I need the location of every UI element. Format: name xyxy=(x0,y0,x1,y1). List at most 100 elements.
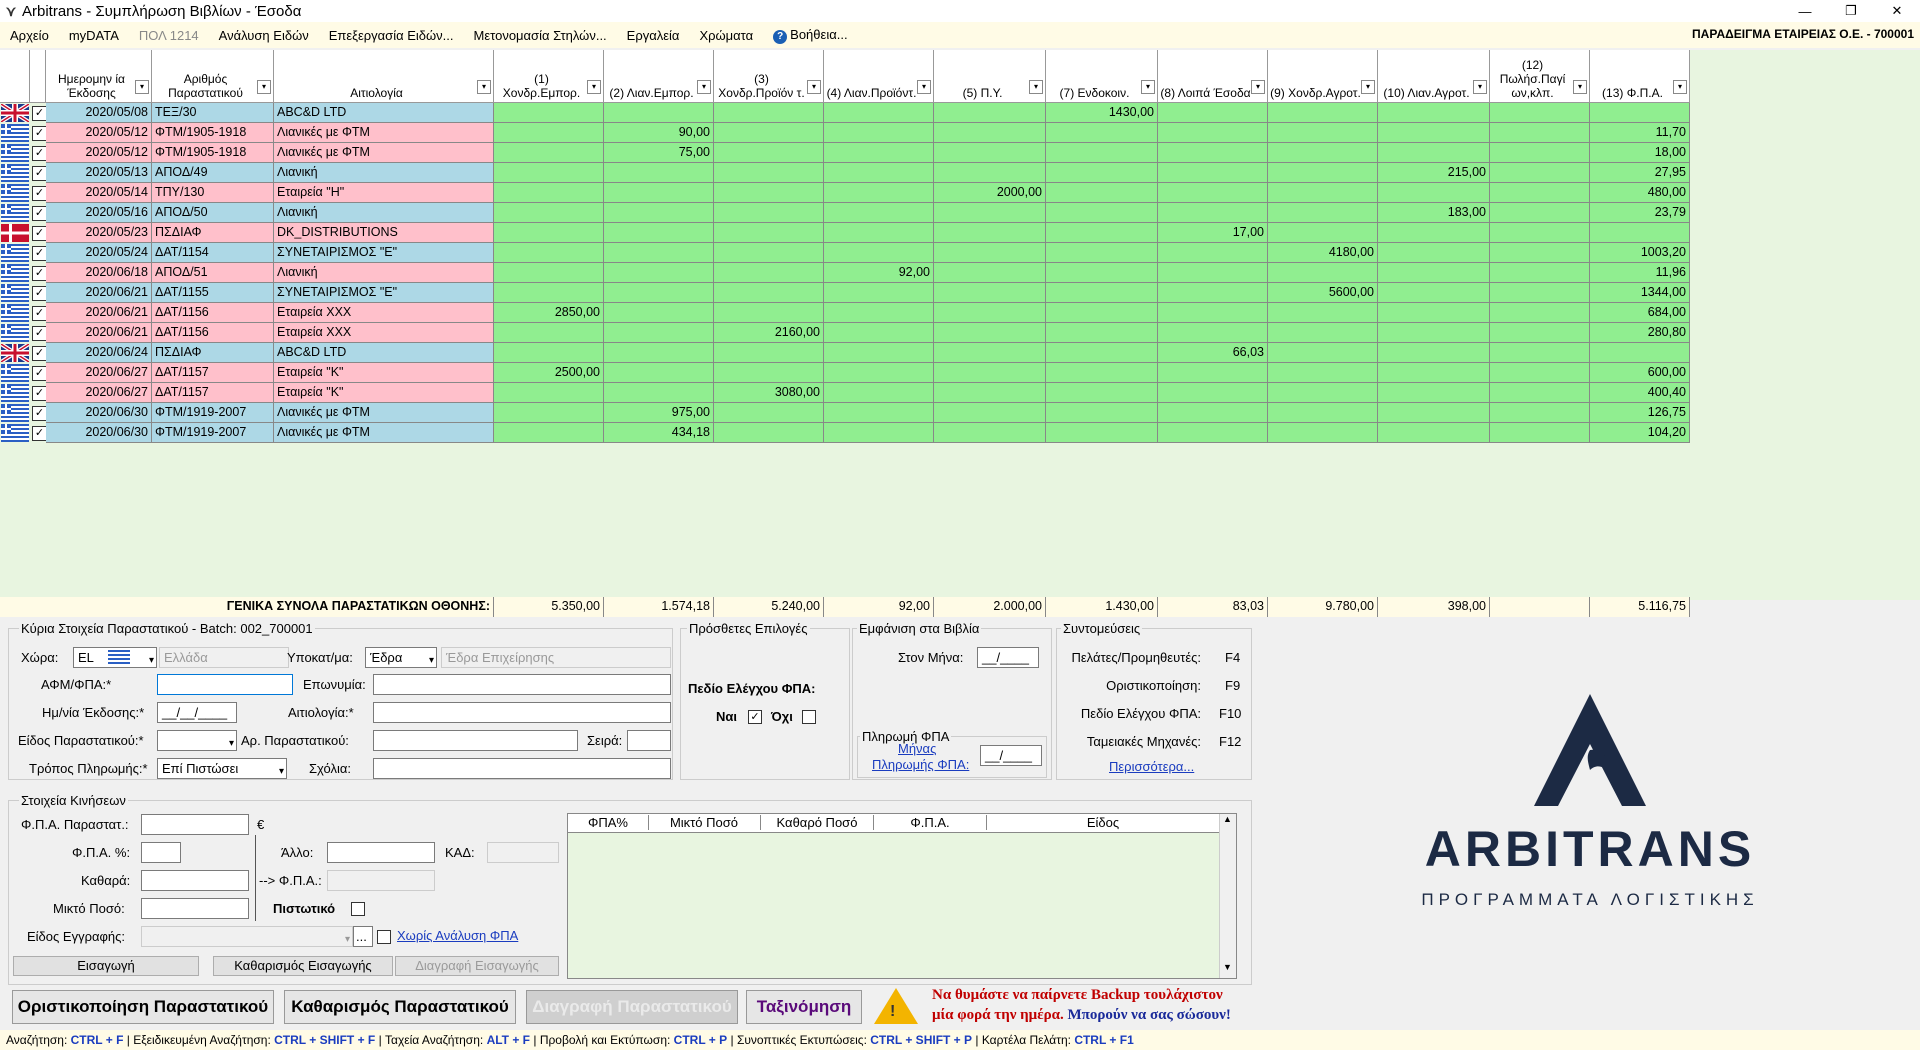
doc-number-cell[interactable]: ΤΠΥ/130 xyxy=(152,183,274,203)
amount-cell[interactable] xyxy=(1490,323,1590,343)
amount-cell[interactable] xyxy=(934,303,1046,323)
row-checkbox[interactable]: ✓ xyxy=(32,286,47,301)
amount-cell[interactable] xyxy=(934,283,1046,303)
no-vat-analysis-checkbox[interactable] xyxy=(377,930,391,944)
description-cell[interactable]: Εταιρεία "Κ" xyxy=(274,383,494,403)
amount-cell[interactable] xyxy=(604,363,714,383)
filter-dropdown-icon[interactable]: ▾ xyxy=(917,80,931,94)
amount-cell[interactable] xyxy=(714,123,824,143)
vat-lines-scrollbar[interactable]: ▲ ▼ xyxy=(1219,814,1236,978)
table-row[interactable]: ✓ 2020/06/21 ΔΑΤ/1156 Εταιρεία ΧΧΧ 2850,00 68… xyxy=(0,303,1690,323)
amount-cell[interactable] xyxy=(714,343,824,363)
filter-dropdown-icon[interactable]: ▾ xyxy=(587,80,601,94)
amount-cell[interactable] xyxy=(714,223,824,243)
doc-number-cell[interactable]: ΦΤΜ/1919-2007 xyxy=(152,423,274,443)
amount-cell[interactable]: 183,00 xyxy=(1378,203,1490,223)
amount-cell[interactable] xyxy=(1590,343,1690,363)
doc-number-cell[interactable]: ΠΣΔΙΑΦ xyxy=(152,343,274,363)
table-row[interactable]: ✓ 2020/05/24 ΔΑΤ/1154 ΣΥΝΕΤΑΙΡΙΣΜΟΣ "Ε" 4180… xyxy=(0,243,1690,263)
date-cell[interactable]: 2020/06/24 xyxy=(46,343,152,363)
amount-cell[interactable] xyxy=(494,163,604,183)
amount-cell[interactable]: 1344,00 xyxy=(1590,283,1690,303)
row-checkbox[interactable]: ✓ xyxy=(32,426,47,441)
date-cell[interactable]: 2020/06/30 xyxy=(46,423,152,443)
column-header[interactable]: (9) Χονδρ.Αγροτ. ▾ xyxy=(1268,50,1378,102)
amount-cell[interactable]: 684,00 xyxy=(1590,303,1690,323)
amount-cell[interactable] xyxy=(1158,363,1268,383)
amount-cell[interactable] xyxy=(1268,423,1378,443)
amount-cell[interactable] xyxy=(494,143,604,163)
amount-cell[interactable] xyxy=(604,303,714,323)
amount-cell[interactable] xyxy=(1268,183,1378,203)
filter-dropdown-icon[interactable]: ▾ xyxy=(807,80,821,94)
amount-cell[interactable] xyxy=(1046,383,1158,403)
column-header[interactable]: (10) Λιαν.Αγροτ. ▾ xyxy=(1378,50,1490,102)
amount-cell[interactable] xyxy=(824,303,934,323)
amount-cell[interactable] xyxy=(1158,163,1268,183)
amount-cell[interactable] xyxy=(1378,403,1490,423)
menu-tools[interactable]: Εργαλεία xyxy=(617,28,690,43)
amount-cell[interactable] xyxy=(1490,303,1590,323)
date-cell[interactable]: 2020/06/18 xyxy=(46,263,152,283)
table-row[interactable]: ✓ 2020/06/27 ΔΑΤ/1157 Εταιρεία "Κ" 2500,00 60… xyxy=(0,363,1690,383)
vat-payment-month-input[interactable]: __/____ xyxy=(980,745,1042,766)
amount-cell[interactable] xyxy=(714,363,824,383)
filter-dropdown-icon[interactable]: ▾ xyxy=(477,80,491,94)
menu-colors[interactable]: Χρώματα xyxy=(689,28,763,43)
description-cell[interactable]: Εταιρεία "Κ" xyxy=(274,363,494,383)
amount-cell[interactable] xyxy=(494,403,604,423)
menu-rename-columns[interactable]: Μετονομασία Στηλών... xyxy=(464,28,617,43)
amount-cell[interactable] xyxy=(824,223,934,243)
amount-cell[interactable] xyxy=(824,163,934,183)
series-input[interactable] xyxy=(627,730,671,751)
maximize-button[interactable]: ❐ xyxy=(1828,0,1874,22)
amount-cell[interactable] xyxy=(1490,203,1590,223)
amount-cell[interactable] xyxy=(1268,383,1378,403)
amount-cell[interactable] xyxy=(934,163,1046,183)
doc-number-cell[interactable]: ΔΑΤ/1156 xyxy=(152,303,274,323)
column-header[interactable]: (3) Χονδρ.Προϊόν τ. ▾ xyxy=(714,50,824,102)
filter-dropdown-icon[interactable]: ▾ xyxy=(1361,80,1375,94)
amount-cell[interactable] xyxy=(604,323,714,343)
menu-mydata[interactable]: myDATA xyxy=(59,28,129,43)
column-header[interactable]: (12) Πωλήσ.Παγί ων,κλπ. ▾ xyxy=(1490,50,1590,102)
amount-cell[interactable] xyxy=(1158,423,1268,443)
amount-cell[interactable] xyxy=(604,103,714,123)
table-row[interactable]: ✓ 2020/06/30 ΦΤΜ/1919-2007 Λιανικές με ΦΤΜ 4… xyxy=(0,423,1690,443)
amount-cell[interactable] xyxy=(1158,123,1268,143)
amount-cell[interactable] xyxy=(1378,103,1490,123)
amount-cell[interactable] xyxy=(1490,243,1590,263)
amount-cell[interactable]: 3080,00 xyxy=(714,383,824,403)
amount-cell[interactable] xyxy=(714,303,824,323)
row-checkbox[interactable]: ✓ xyxy=(32,146,47,161)
clear-document-button[interactable]: Καθαρισμός Παραστατικού xyxy=(284,990,516,1024)
amount-cell[interactable] xyxy=(1378,343,1490,363)
amount-cell[interactable] xyxy=(1046,403,1158,423)
amount-cell[interactable] xyxy=(1158,283,1268,303)
row-checkbox[interactable]: ✓ xyxy=(32,166,47,181)
amount-cell[interactable] xyxy=(824,143,934,163)
amount-cell[interactable] xyxy=(494,323,604,343)
doc-number-cell[interactable]: ΤΕΞ/30 xyxy=(152,103,274,123)
amount-cell[interactable] xyxy=(1268,323,1378,343)
date-cell[interactable]: 2020/06/21 xyxy=(46,283,152,303)
branch-select[interactable]: Έδρα ▾ xyxy=(365,647,437,668)
amount-cell[interactable] xyxy=(1490,123,1590,143)
amount-cell[interactable] xyxy=(1378,383,1490,403)
amount-cell[interactable] xyxy=(1490,283,1590,303)
amount-cell[interactable]: 1430,00 xyxy=(1046,103,1158,123)
amount-cell[interactable] xyxy=(494,343,604,363)
document-type-select[interactable]: ▾ xyxy=(157,730,237,751)
amount-cell[interactable] xyxy=(934,243,1046,263)
amount-cell[interactable] xyxy=(1490,103,1590,123)
amount-cell[interactable] xyxy=(714,163,824,183)
doc-number-cell[interactable]: ΔΑΤ/1154 xyxy=(152,243,274,263)
column-header[interactable]: (2) Λιαν.Εμπορ. ▾ xyxy=(604,50,714,102)
amount-cell[interactable] xyxy=(1158,183,1268,203)
table-row[interactable]: ✓ 2020/05/12 ΦΤΜ/1905-1918 Λιανικές με ΦΤΜ 9… xyxy=(0,123,1690,143)
row-checkbox[interactable]: ✓ xyxy=(32,366,47,381)
amount-cell[interactable] xyxy=(1158,103,1268,123)
amount-cell[interactable] xyxy=(604,223,714,243)
amount-cell[interactable] xyxy=(824,103,934,123)
amount-cell[interactable]: 975,00 xyxy=(604,403,714,423)
